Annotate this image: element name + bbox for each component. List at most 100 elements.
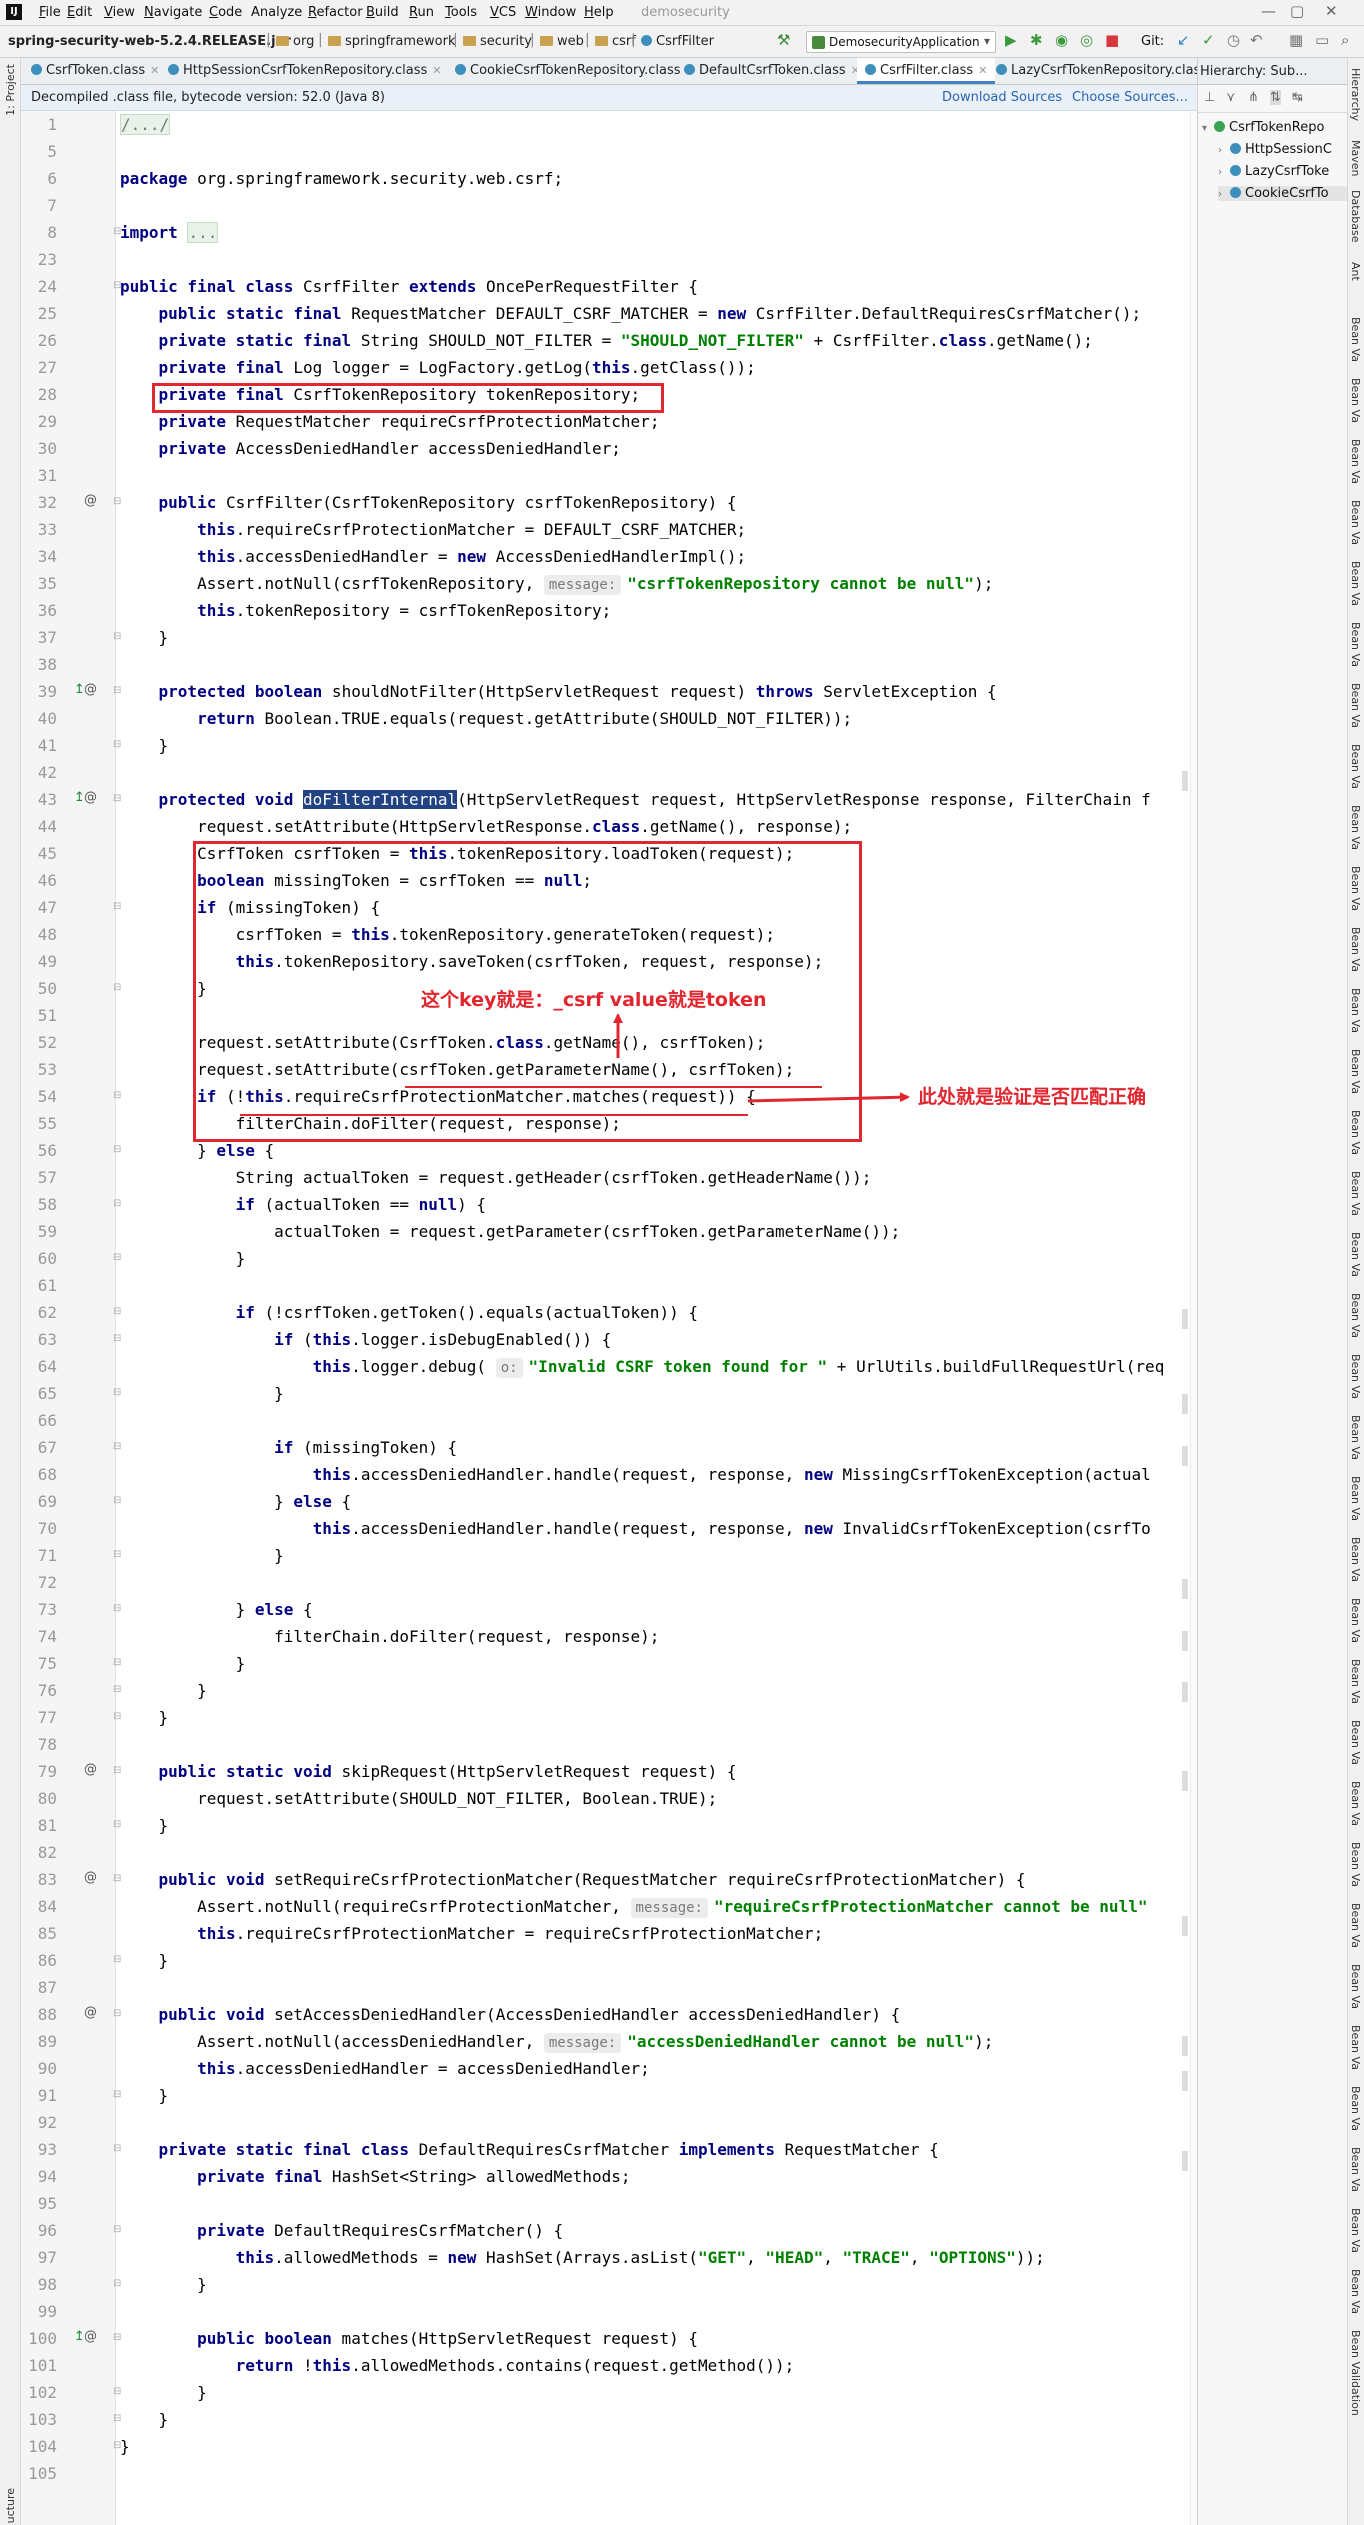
stripe-mark[interactable]: [1182, 1579, 1188, 1599]
gutter-row[interactable]: 37: [21, 624, 116, 651]
fold-toggle-icon[interactable]: ⊟: [113, 1333, 121, 1344]
scope-icon[interactable]: ↹: [1292, 90, 1303, 105]
tool-tab-bean-va[interactable]: Bean Va: [1349, 2086, 1362, 2131]
tab-csrftoken[interactable]: CsrfToken.class ✕: [31, 58, 159, 84]
fold-toggle-icon[interactable]: ⊟: [113, 739, 121, 750]
supertypes-icon[interactable]: ⊥: [1204, 90, 1215, 105]
git-history-icon[interactable]: ◷: [1227, 32, 1240, 48]
annotation-marker-icon[interactable]: @: [84, 1870, 97, 1885]
gutter-row[interactable]: 105: [21, 2460, 116, 2487]
gutter-row[interactable]: 30: [21, 435, 116, 462]
gutter-row[interactable]: 52: [21, 1029, 116, 1056]
gutter-row[interactable]: 45: [21, 840, 116, 867]
menu-file[interactable]: File: [39, 5, 61, 20]
fold-toggle-icon[interactable]: ⊟: [113, 2278, 121, 2289]
fold-toggle-icon[interactable]: ⊟: [113, 2440, 121, 2451]
search-icon[interactable]: ⌕: [1341, 32, 1349, 48]
tab-lazy-repo[interactable]: LazyCsrfTokenRepository.class: [996, 58, 1207, 84]
stripe-mark[interactable]: [1182, 2151, 1188, 2171]
gutter-row[interactable]: 74: [21, 1623, 116, 1650]
tool-tab-ant[interactable]: Ant: [1349, 262, 1362, 281]
gutter-row[interactable]: 87: [21, 1974, 116, 2001]
tool-tab-bean-va[interactable]: Bean Va: [1349, 805, 1362, 850]
fold-toggle-icon[interactable]: ⊟: [113, 2332, 121, 2343]
breadcrumb-security[interactable]: security: [463, 34, 532, 49]
run-icon[interactable]: ▶: [1005, 32, 1017, 48]
stripe-mark[interactable]: [1182, 1682, 1188, 1702]
vertical-scrollbar[interactable]: [1190, 111, 1197, 2525]
menu-navigate[interactable]: Navigate: [144, 5, 202, 20]
gutter-row[interactable]: 66: [21, 1407, 116, 1434]
gutter-row[interactable]: 35: [21, 570, 116, 597]
gutter-row[interactable]: 62: [21, 1299, 116, 1326]
fold-toggle-icon[interactable]: ⊟: [113, 1387, 121, 1398]
gutter-row[interactable]: 68: [21, 1461, 116, 1488]
gutter-row[interactable]: 28: [21, 381, 116, 408]
gutter-row[interactable]: 44: [21, 813, 116, 840]
tool-tab-bean-va[interactable]: Bean Va: [1349, 1354, 1362, 1399]
gutter-row[interactable]: 1: [21, 111, 116, 138]
tool-tab-bean-va[interactable]: Bean Va: [1349, 1842, 1362, 1887]
run-configuration-select[interactable]: DemosecurityApplication ▾: [806, 31, 996, 53]
menu-vcs[interactable]: VCS: [490, 5, 516, 20]
tool-tab-bean-va[interactable]: Bean Va: [1349, 988, 1362, 1033]
menu-help[interactable]: Help: [584, 5, 614, 20]
tool-tab-hierarchy[interactable]: Hierarchy: [1349, 68, 1362, 121]
fold-toggle-icon[interactable]: ⊟: [113, 982, 121, 993]
annotation-marker-icon[interactable]: @: [84, 2329, 97, 2344]
menu-view[interactable]: View: [104, 5, 135, 20]
gutter-row[interactable]: 90: [21, 2055, 116, 2082]
gutter-row[interactable]: 88 @: [21, 2001, 116, 2028]
gutter-row[interactable]: 78: [21, 1731, 116, 1758]
fold-toggle-icon[interactable]: ⊟: [113, 793, 121, 804]
gutter-row[interactable]: 89: [21, 2028, 116, 2055]
menu-edit[interactable]: Edit: [67, 5, 92, 20]
tab-csrffilter[interactable]: CsrfFilter.class ✕: [857, 58, 996, 84]
debug-icon[interactable]: ✱: [1030, 32, 1043, 48]
tool-tab-bean-va[interactable]: Bean Va: [1349, 317, 1362, 362]
gutter-row[interactable]: 60: [21, 1245, 116, 1272]
tool-tab-bean-va[interactable]: Bean Va: [1349, 1964, 1362, 2009]
tool-tab-bean-va[interactable]: Bean Va: [1349, 378, 1362, 423]
menu-build[interactable]: Build: [366, 5, 399, 20]
close-tab-icon[interactable]: ✕: [978, 64, 987, 77]
gutter-row[interactable]: 36: [21, 597, 116, 624]
gutter-row[interactable]: 91: [21, 2082, 116, 2109]
menu-tools[interactable]: Tools: [445, 5, 477, 20]
hierarchy-child[interactable]: › LazyCsrfToke: [1218, 164, 1329, 179]
tool-tab-bean-va[interactable]: Bean Va: [1349, 1171, 1362, 1216]
profile-icon[interactable]: ◎: [1080, 32, 1093, 48]
gutter-row[interactable]: 72: [21, 1569, 116, 1596]
gutter-row[interactable]: 32 @: [21, 489, 116, 516]
gutter-row[interactable]: 26: [21, 327, 116, 354]
gutter-row[interactable]: 49: [21, 948, 116, 975]
hammer-build-icon[interactable]: ⚒: [777, 32, 790, 48]
hierarchy-child[interactable]: › HttpSessionC: [1218, 142, 1332, 157]
tool-tab-database[interactable]: Database: [1349, 190, 1362, 243]
gutter-row[interactable]: 8: [21, 219, 116, 246]
fold-toggle-icon[interactable]: ⊟: [113, 1090, 121, 1101]
gutter-row[interactable]: 54: [21, 1083, 116, 1110]
close-tab-icon[interactable]: ✕: [150, 64, 159, 77]
gutter-row[interactable]: 59: [21, 1218, 116, 1245]
stripe-mark[interactable]: [1182, 1771, 1188, 1791]
gutter-row[interactable]: 98: [21, 2271, 116, 2298]
annotation-marker-icon[interactable]: @: [84, 682, 97, 697]
fold-toggle-icon[interactable]: ⊟: [113, 2143, 121, 2154]
menu-refactor[interactable]: Refactor: [308, 5, 363, 20]
gutter-row[interactable]: 69: [21, 1488, 116, 1515]
tab-default-csrftoken[interactable]: DefaultCsrfToken.class ✕: [684, 58, 860, 84]
tool-tab-bean-va[interactable]: Bean Va: [1349, 622, 1362, 667]
fold-toggle-icon[interactable]: ⊟: [113, 1252, 121, 1263]
annotation-marker-icon[interactable]: @: [84, 2005, 97, 2020]
gutter-row[interactable]: 65: [21, 1380, 116, 1407]
coverage-icon[interactable]: ◉: [1055, 32, 1068, 48]
tool-tab-bean-va[interactable]: Bean Va: [1349, 1415, 1362, 1460]
tool-tab-bean-va[interactable]: Bean Va: [1349, 1110, 1362, 1155]
gutter-row[interactable]: 5: [21, 138, 116, 165]
fold-toggle-icon[interactable]: ⊟: [113, 1495, 121, 1506]
structure-tool-tab[interactable]: ucture: [4, 2488, 17, 2523]
gutter-row[interactable]: 24: [21, 273, 116, 300]
split-icon[interactable]: ▭: [1315, 32, 1329, 48]
breadcrumb-org[interactable]: org: [276, 34, 314, 49]
